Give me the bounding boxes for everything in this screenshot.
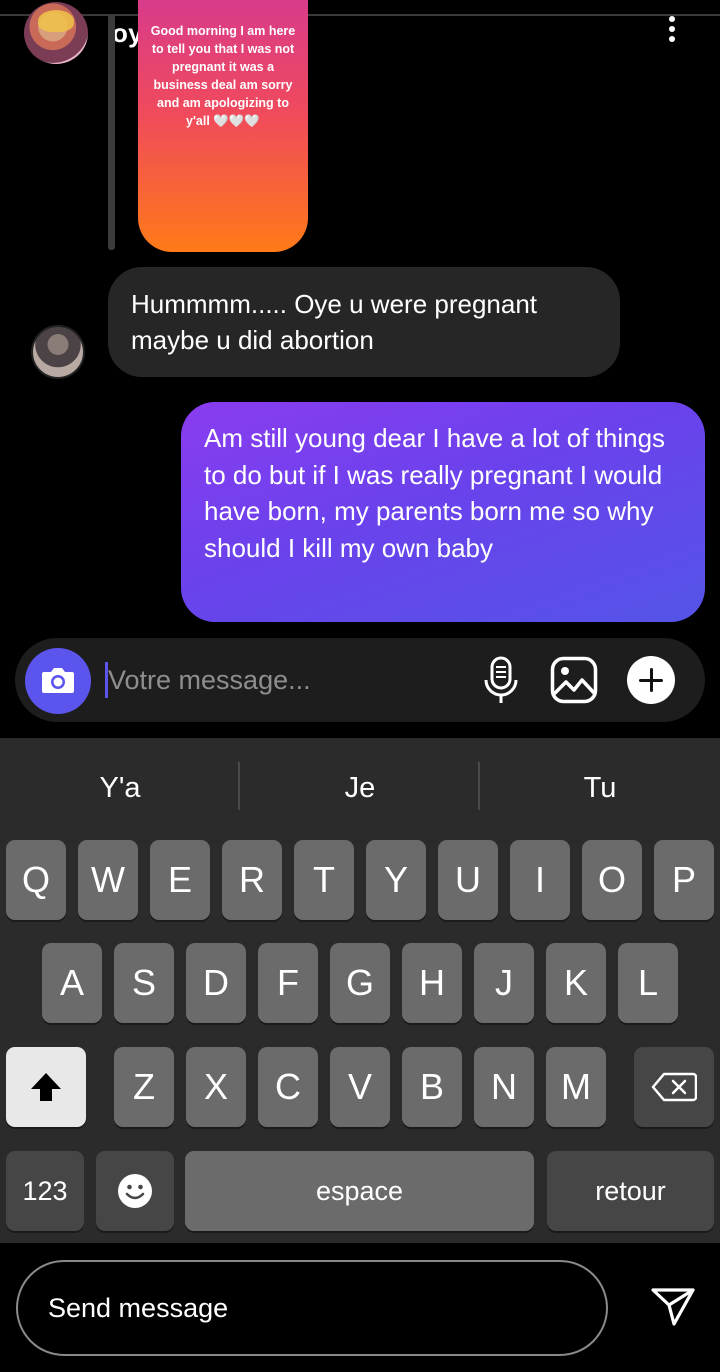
outgoing-message[interactable]: Am still young dear I have a lot of thin… xyxy=(181,402,705,622)
camera-icon xyxy=(42,668,74,693)
key-m[interactable]: M xyxy=(546,1047,606,1127)
key-b[interactable]: B xyxy=(402,1047,462,1127)
key-e[interactable]: E xyxy=(150,840,210,920)
suggestion-3[interactable]: Tu xyxy=(480,772,720,805)
suggestion-1[interactable]: Y'a xyxy=(0,772,240,805)
shift-key[interactable] xyxy=(6,1047,86,1127)
key-f[interactable]: F xyxy=(258,943,318,1023)
key-q[interactable]: Q xyxy=(6,840,66,920)
key-u[interactable]: U xyxy=(438,840,498,920)
key-o[interactable]: O xyxy=(582,840,642,920)
gallery-icon[interactable] xyxy=(550,656,598,704)
message-input[interactable] xyxy=(108,660,468,700)
key-w[interactable]: W xyxy=(78,840,138,920)
key-d[interactable]: D xyxy=(186,943,246,1023)
key-l[interactable]: L xyxy=(618,943,678,1023)
shift-arrow-icon xyxy=(31,1073,61,1101)
emoji-icon xyxy=(118,1174,152,1208)
key-h[interactable]: H xyxy=(402,943,462,1023)
profile-avatar[interactable] xyxy=(24,2,88,64)
key-t[interactable]: T xyxy=(294,840,354,920)
key-n[interactable]: N xyxy=(474,1047,534,1127)
add-icon[interactable] xyxy=(627,656,675,704)
emoji-key[interactable] xyxy=(96,1151,174,1231)
more-options-icon[interactable] xyxy=(660,14,684,48)
send-icon[interactable] xyxy=(650,1286,696,1328)
key-z[interactable]: Z xyxy=(114,1047,174,1127)
key-g[interactable]: G xyxy=(330,943,390,1023)
backspace-icon xyxy=(651,1072,697,1102)
key-c[interactable]: C xyxy=(258,1047,318,1127)
key-p[interactable]: P xyxy=(654,840,714,920)
send-message-placeholder: Send message xyxy=(48,1293,229,1323)
key-k[interactable]: K xyxy=(546,943,606,1023)
microphone-icon[interactable] xyxy=(482,655,520,707)
numbers-key[interactable]: 123 xyxy=(6,1151,84,1231)
key-a[interactable]: A xyxy=(42,943,102,1023)
sender-avatar[interactable] xyxy=(31,325,85,379)
backspace-key[interactable] xyxy=(634,1047,714,1127)
key-y[interactable]: Y xyxy=(366,840,426,920)
return-key[interactable]: retour xyxy=(547,1151,714,1231)
key-v[interactable]: V xyxy=(330,1047,390,1127)
suggestion-2[interactable]: Je xyxy=(240,772,480,805)
key-r[interactable]: R xyxy=(222,840,282,920)
incoming-message[interactable]: Hummmm..... Oye u were pregnant maybe u … xyxy=(108,267,620,377)
key-s[interactable]: S xyxy=(114,943,174,1023)
story-text: Good morning I am here to tell you that … xyxy=(150,24,296,128)
story-preview[interactable]: Good morning I am here to tell you that … xyxy=(138,0,308,252)
space-key[interactable]: espace xyxy=(185,1151,534,1231)
camera-button[interactable] xyxy=(25,648,91,714)
key-j[interactable]: J xyxy=(474,943,534,1023)
key-x[interactable]: X xyxy=(186,1047,246,1127)
key-i[interactable]: I xyxy=(510,840,570,920)
reply-indicator-bar xyxy=(108,14,115,250)
